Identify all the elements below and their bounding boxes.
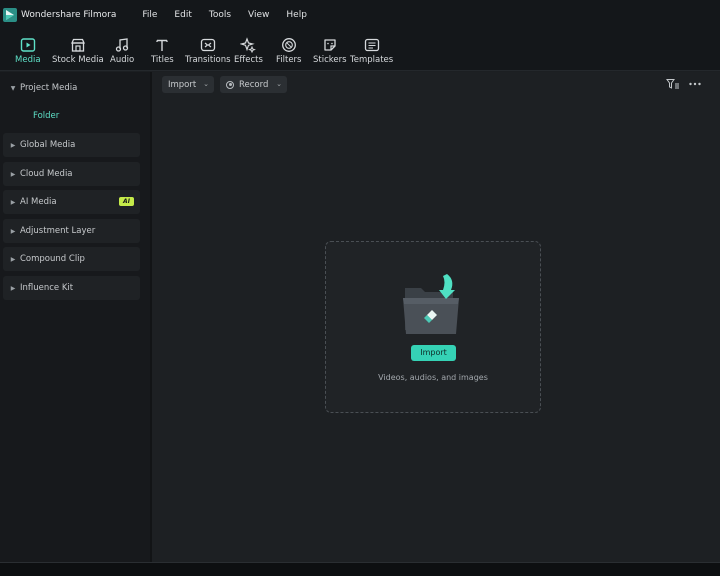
menu-file[interactable]: File [142, 10, 157, 20]
record-icon [226, 80, 234, 89]
tab-media[interactable]: Media [15, 36, 41, 68]
import-dropzone[interactable]: Import Videos, audios, and images [325, 241, 541, 413]
sidebar-item-label: Compound Clip [20, 254, 85, 264]
titles-icon [153, 36, 171, 54]
import-dropdown-button[interactable]: Import ⌄ [162, 76, 214, 93]
sidebar-item-label: Project Media [20, 83, 78, 93]
sidebar-item-label: AI Media [20, 197, 57, 207]
effects-icon [239, 36, 257, 54]
sidebar-item-label: Influence Kit [20, 283, 74, 293]
tab-filters-label: Filters [276, 55, 302, 65]
sidebar-item-label: Adjustment Layer [20, 226, 96, 236]
chevron-down-icon: ⌄ [203, 80, 209, 88]
caret-right-icon: ▶ [10, 284, 16, 292]
caret-right-icon: ▶ [10, 198, 16, 206]
sidebar-item-project-media[interactable]: ▼ Project Media [3, 76, 140, 100]
tab-templates-label: Templates [350, 55, 394, 65]
module-toolbar: Media Stock Media Audio Titles Transitio… [0, 30, 720, 71]
caret-down-icon: ▼ [10, 84, 16, 92]
sidebar-item-adjustment-layer[interactable]: ▶ Adjustment Layer [3, 219, 140, 243]
tab-stickers-label: Stickers [313, 55, 347, 65]
tab-titles[interactable]: Titles [151, 36, 174, 68]
dropzone-hint: Videos, audios, and images [378, 373, 488, 382]
sidebar-item-compound-clip[interactable]: ▶ Compound Clip [3, 247, 140, 271]
tab-stock-media[interactable]: Stock Media [52, 36, 104, 68]
more-options-icon[interactable] [688, 78, 702, 90]
sidebar-item-global-media[interactable]: ▶ Global Media [3, 133, 140, 157]
ai-badge: AI [119, 197, 134, 206]
tab-templates[interactable]: Templates [350, 36, 393, 68]
menu-help[interactable]: Help [286, 10, 307, 20]
tab-filters[interactable]: Filters [276, 36, 301, 68]
sidebar-item-influence-kit[interactable]: ▶ Influence Kit [3, 276, 140, 300]
record-dropdown-label: Record [239, 79, 269, 90]
tab-audio-label: Audio [110, 55, 135, 65]
tab-effects[interactable]: Effects [234, 36, 263, 68]
media-sidebar: ▼ Project Media Folder ▶ Global Media ▶ … [0, 72, 150, 562]
tab-stickers[interactable]: Stickers [313, 36, 347, 68]
tab-titles-label: Titles [151, 55, 174, 65]
transitions-icon [199, 36, 217, 54]
templates-icon [363, 36, 381, 54]
stickers-icon [321, 36, 339, 54]
tab-transitions[interactable]: Transitions [185, 36, 231, 68]
caret-right-icon: ▶ [10, 141, 16, 149]
tab-media-label: Media [15, 55, 41, 65]
tab-stock-media-label: Stock Media [52, 55, 104, 65]
import-folder-icon [401, 272, 463, 336]
sidebar-item-cloud-media[interactable]: ▶ Cloud Media [3, 162, 140, 186]
tab-transitions-label: Transitions [185, 55, 231, 65]
stock-media-icon [69, 36, 87, 54]
import-dropdown-label: Import [168, 79, 197, 90]
audio-icon [113, 36, 131, 54]
sidebar-folder[interactable]: Folder [33, 111, 59, 121]
tab-effects-label: Effects [234, 55, 263, 65]
app-name: Wondershare Filmora [21, 10, 117, 20]
sidebar-item-label: Global Media [20, 140, 76, 150]
sidebar-item-label: Cloud Media [20, 169, 73, 179]
caret-right-icon: ▶ [10, 255, 16, 263]
tab-audio[interactable]: Audio [110, 36, 134, 68]
filters-icon [280, 36, 298, 54]
caret-right-icon: ▶ [10, 227, 16, 235]
filmora-logo-icon [3, 8, 17, 22]
title-bar: Wondershare Filmora File Edit Tools View… [0, 0, 720, 30]
filmora-window: Wondershare Filmora File Edit Tools View… [0, 0, 720, 576]
menu-edit[interactable]: Edit [174, 10, 191, 20]
chevron-down-icon: ⌄ [276, 80, 282, 88]
caret-right-icon: ▶ [10, 170, 16, 178]
bottom-bar [0, 562, 720, 576]
menu-view[interactable]: View [248, 10, 269, 20]
menu-tools[interactable]: Tools [209, 10, 231, 20]
media-library-panel: Import ⌄ Record ⌄ Import Videos, audios,… [152, 72, 720, 562]
filter-sort-icon[interactable] [666, 78, 680, 90]
media-icon [19, 36, 37, 54]
import-button[interactable]: Import [411, 345, 456, 361]
sidebar-item-ai-media[interactable]: ▶ AI Media AI [3, 190, 140, 214]
record-dropdown-button[interactable]: Record ⌄ [220, 76, 287, 93]
